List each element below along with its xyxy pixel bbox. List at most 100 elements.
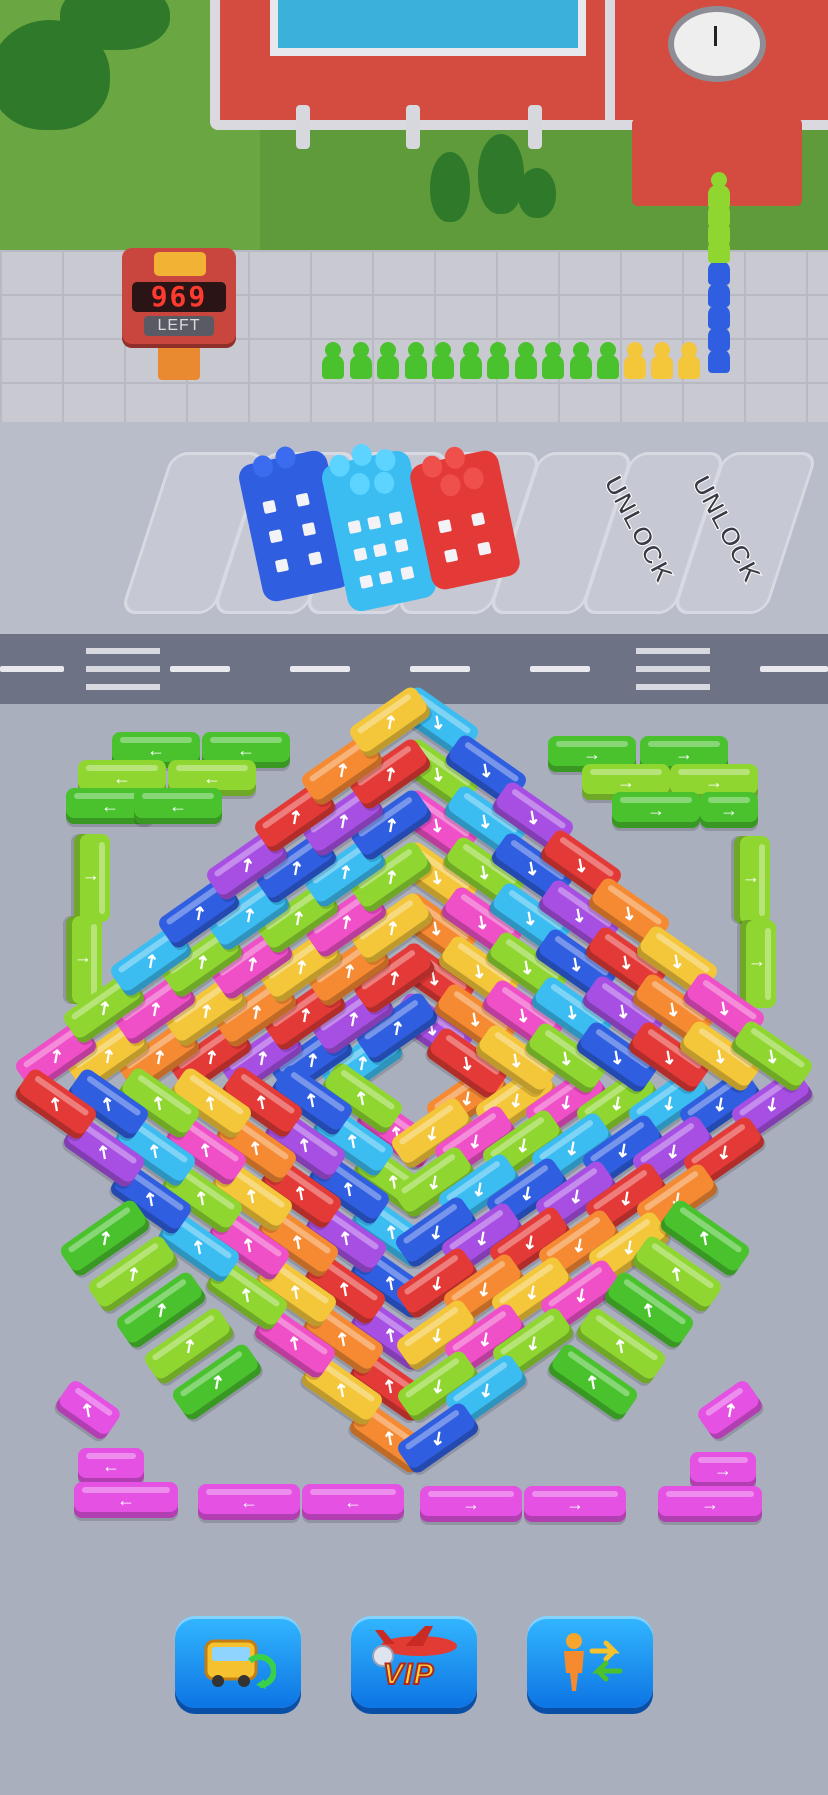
arrow-icon: ← [117,1489,135,1510]
arrow-icon: ← [102,1455,120,1476]
bus-tile[interactable]: ← [134,788,222,824]
bus-tile[interactable]: ← [78,1448,144,1484]
arrow-icon: ↘ [569,852,594,878]
vip-button[interactable]: VIP [351,1616,477,1708]
arrow-icon: ↙ [759,1090,784,1116]
arrow-icon: ↗ [243,999,268,1025]
arrow-icon: ↗ [139,947,164,973]
arrow-icon: ↖ [193,1136,218,1162]
bus-tile[interactable]: ← [74,1482,178,1518]
arrow-icon: ← [203,767,221,788]
passenger [322,342,344,380]
arrow-icon: ↖ [237,1232,262,1258]
arrow-icon: ↗ [189,949,214,975]
arrow-icon: ↘ [520,854,545,880]
shuffle-bus-button[interactable] [175,1616,301,1708]
bus-tile[interactable]: ← [198,1484,300,1520]
pillar [528,105,542,149]
bus-tile[interactable]: → [700,792,758,828]
bus-tile[interactable]: → [524,1486,626,1522]
arrow-icon: → [714,1459,732,1480]
arrow-icon: ↗ [384,1014,409,1040]
arrow-icon: ↗ [92,1225,117,1251]
bus-tile[interactable]: ↑ [740,920,776,1008]
bus-tile[interactable]: ↑ [734,836,770,924]
arrow-icon: ↘ [511,1001,535,1027]
arrow-icon: ← [147,739,165,760]
bus-tile[interactable]: ← [302,1484,404,1520]
arrow-icon: ↗ [239,951,264,977]
arrow-icon: ↖ [250,1088,274,1114]
arrow-icon: ← [113,767,131,788]
arrow-icon: ↙ [559,1134,584,1160]
arrow-icon: ↙ [473,1377,498,1403]
passenger [459,342,482,380]
arrow-icon: ↙ [613,1184,638,1210]
arrow-icon: ↖ [187,1234,212,1260]
arrow-icon: ↗ [331,807,355,833]
passengers-left-label: LEFT [144,316,214,336]
arrow-icon: ↖ [244,1134,269,1160]
arrow-icon: ↖ [44,1090,69,1116]
arrow-icon: ↖ [143,1137,167,1163]
arrow-icon: ↘ [712,995,737,1021]
arrow-icon: ↑ [74,955,95,965]
arrow-icon: ↙ [605,1089,630,1115]
arrow-icon: → [617,771,635,792]
arrow-icon: ↘ [617,899,642,925]
arrow-icon: ↖ [91,1138,116,1164]
passenger [678,342,700,380]
arrow-icon: ↗ [379,863,404,889]
arrow-icon: ↖ [693,1225,718,1251]
pillar [406,105,420,149]
arrow-icon: ↙ [656,1090,681,1116]
swap-passenger-button[interactable] [527,1616,653,1708]
arrow-icon: ↗ [285,904,310,930]
passenger [432,342,454,380]
arrow-icon: ↗ [176,1333,201,1359]
bus-tile[interactable]: → [612,792,700,828]
arrow-icon: ↖ [581,1369,606,1395]
arrow-icon: ↗ [146,1043,171,1069]
arrow-icon: ↗ [91,995,116,1021]
arrow-icon: ↗ [204,1369,229,1395]
arrow-icon: ↘ [467,958,492,984]
arrow-icon: ↖ [637,1297,662,1323]
arrow-icon: ↘ [463,1006,488,1032]
arrow-icon: ↗ [330,756,355,782]
arrow-icon: ↘ [564,951,589,977]
bus-tile[interactable]: → [690,1452,756,1488]
arrow-icon: ↗ [120,1261,145,1287]
tree [518,168,556,218]
arrow-icon: ↖ [286,1229,311,1255]
arrow-icon: → [566,1493,584,1514]
arrow-icon: ↖ [349,1084,374,1110]
arrow-icon: ↖ [147,1090,172,1116]
passenger [404,342,427,380]
arrow-icon: ↘ [454,1049,479,1075]
arrow-icon: ↖ [139,1186,164,1212]
arrow-icon: ← [237,739,255,760]
arrow-icon: ↙ [503,1087,528,1113]
arrow-icon: ↘ [560,999,585,1025]
arrow-icon: ↘ [567,902,592,928]
arrow-icon: ↗ [186,899,211,925]
arrow-icon: → [647,799,665,820]
arrow-icon: ↘ [470,908,495,934]
arrow-icon: ↙ [661,1137,685,1163]
bus-tile[interactable]: ↑ [74,834,110,922]
arrow-icon: ↗ [236,902,261,928]
arrow-icon: ↖ [190,1184,215,1210]
arrow-icon: ↖ [95,1090,120,1116]
arrow-icon: ← [101,795,119,816]
sign-post [158,340,200,380]
bus-tile[interactable]: → [658,1486,762,1522]
arrow-icon: ↖ [334,1225,359,1251]
arrow-icon: ↙ [521,1329,546,1355]
arrow-icon: ↗ [249,1045,274,1071]
arrow-icon: ↘ [518,904,543,930]
passenger [487,342,509,380]
arrow-icon: ↗ [340,1006,365,1032]
bus-tile[interactable]: → [420,1486,522,1522]
arrow-icon: ↙ [566,1232,591,1258]
